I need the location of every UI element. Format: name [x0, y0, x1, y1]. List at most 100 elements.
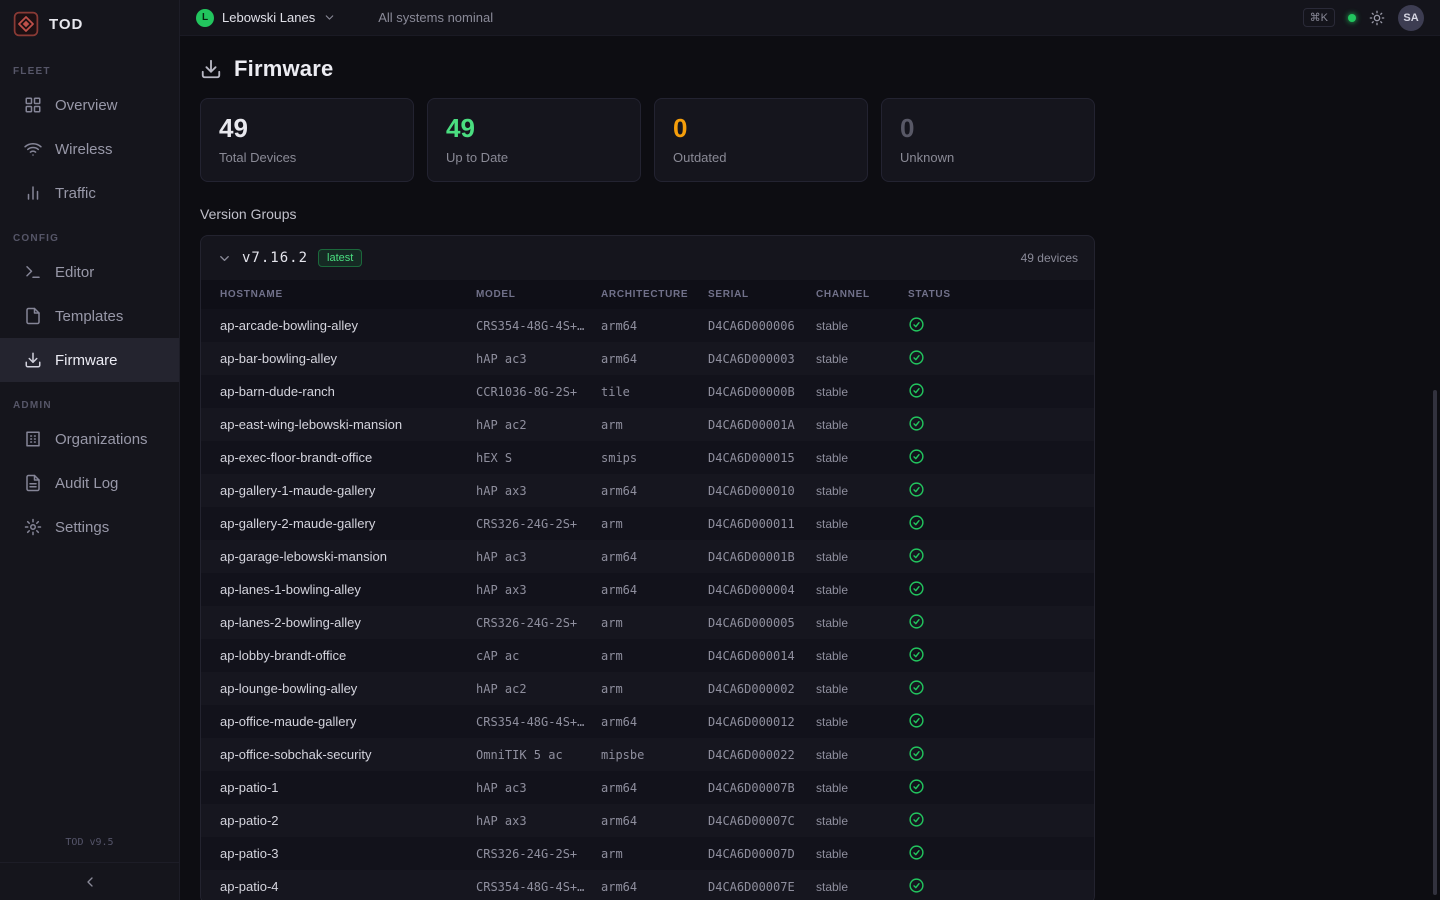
cell-channel: stable	[816, 583, 908, 597]
cell-hostname: ap-gallery-1-maude-gallery	[220, 483, 476, 498]
cell-status	[908, 448, 1094, 468]
cell-hostname: ap-patio-1	[220, 780, 476, 795]
page-header: Firmware	[200, 56, 1440, 82]
cell-status	[908, 382, 1094, 402]
cell-serial: D4CA6D000005	[708, 616, 816, 630]
device-row[interactable]: ap-barn-dude-ranchCCR1036-8G-2S+tileD4CA…	[201, 375, 1094, 408]
device-row[interactable]: ap-east-wing-lebowski-mansionhAP ac2armD…	[201, 408, 1094, 441]
cell-hostname: ap-lanes-1-bowling-alley	[220, 582, 476, 597]
sidebar-item-label: Editor	[55, 264, 94, 281]
device-row[interactable]: ap-lounge-bowling-alleyhAP ac2armD4CA6D0…	[201, 672, 1094, 705]
cell-architecture: arm	[601, 682, 708, 696]
file-icon	[24, 307, 42, 325]
version-group-header[interactable]: v7.16.2 latest 49 devices	[201, 236, 1094, 280]
device-row[interactable]: ap-bar-bowling-alleyhAP ac3arm64D4CA6D00…	[201, 342, 1094, 375]
cell-hostname: ap-office-maude-gallery	[220, 714, 476, 729]
sidebar-item-settings[interactable]: Settings	[0, 505, 179, 549]
sidebar-collapse-button[interactable]	[0, 862, 179, 900]
version-label: v7.16.2	[242, 250, 308, 266]
check-circle-icon	[908, 844, 925, 861]
grid-icon	[24, 96, 42, 114]
cell-architecture: arm64	[601, 880, 708, 894]
sidebar-item-editor[interactable]: Editor	[0, 250, 179, 294]
cell-model: OmniTIK 5 ac	[476, 748, 601, 762]
device-row[interactable]: ap-exec-floor-brandt-officehEX SsmipsD4C…	[201, 441, 1094, 474]
cell-status	[908, 844, 1094, 864]
command-palette-shortcut[interactable]: ⌘K	[1303, 8, 1335, 27]
device-row[interactable]: ap-patio-3CRS326-24G-2S+armD4CA6D00007Ds…	[201, 837, 1094, 870]
cell-model: CRS354-48G-4S+…	[476, 319, 601, 333]
cell-channel: stable	[816, 484, 908, 498]
check-circle-icon	[908, 877, 925, 894]
device-row[interactable]: ap-gallery-1-maude-galleryhAP ax3arm64D4…	[201, 474, 1094, 507]
device-row[interactable]: ap-arcade-bowling-alleyCRS354-48G-4S+…ar…	[201, 309, 1094, 342]
cell-model: hEX S	[476, 451, 601, 465]
cell-hostname: ap-patio-3	[220, 846, 476, 861]
cell-channel: stable	[816, 550, 908, 564]
device-row[interactable]: ap-garage-lebowski-mansionhAP ac3arm64D4…	[201, 540, 1094, 573]
device-row[interactable]: ap-patio-2hAP ax3arm64D4CA6D00007Cstable	[201, 804, 1094, 837]
cell-architecture: arm64	[601, 484, 708, 498]
sidebar-item-audit-log[interactable]: Audit Log	[0, 461, 179, 505]
sidebar-item-templates[interactable]: Templates	[0, 294, 179, 338]
cell-serial: D4CA6D00007B	[708, 781, 816, 795]
org-name: Lebowski Lanes	[222, 10, 315, 25]
cell-hostname: ap-lobby-brandt-office	[220, 648, 476, 663]
device-row[interactable]: ap-gallery-2-maude-galleryCRS326-24G-2S+…	[201, 507, 1094, 540]
cell-status	[908, 877, 1094, 897]
sidebar-item-organizations[interactable]: Organizations	[0, 417, 179, 461]
cell-status	[908, 712, 1094, 732]
cell-status	[908, 349, 1094, 369]
cell-hostname: ap-lanes-2-bowling-alley	[220, 615, 476, 630]
stat-value: 0	[900, 113, 1076, 144]
check-circle-icon	[908, 514, 925, 531]
cell-serial: D4CA6D00007D	[708, 847, 816, 861]
cell-hostname: ap-exec-floor-brandt-office	[220, 450, 476, 465]
check-circle-icon	[908, 613, 925, 630]
cell-model: hAP ac2	[476, 418, 601, 432]
scrollbar-thumb[interactable]	[1433, 390, 1437, 895]
device-row[interactable]: ap-lobby-brandt-officecAP acarmD4CA6D000…	[201, 639, 1094, 672]
cell-channel: stable	[816, 880, 908, 894]
cell-channel: stable	[816, 616, 908, 630]
latest-badge: latest	[318, 249, 362, 267]
org-switcher[interactable]: L Lebowski Lanes	[196, 9, 336, 27]
app-version: TOD v9.5	[0, 837, 179, 862]
cell-channel: stable	[816, 814, 908, 828]
cell-architecture: arm64	[601, 715, 708, 729]
device-row[interactable]: ap-patio-4CRS354-48G-4S+…arm64D4CA6D0000…	[201, 870, 1094, 900]
cell-hostname: ap-office-sobchak-security	[220, 747, 476, 762]
cell-model: CRS354-48G-4S+…	[476, 880, 601, 894]
sidebar-item-label: Firmware	[55, 352, 118, 369]
theme-toggle-sun-icon[interactable]	[1369, 10, 1385, 26]
stat-value: 49	[446, 113, 622, 144]
sidebar-item-label: Wireless	[55, 141, 113, 158]
cell-serial: D4CA6D00001A	[708, 418, 816, 432]
user-avatar[interactable]: SA	[1398, 5, 1424, 31]
cell-model: hAP ax3	[476, 814, 601, 828]
sidebar-item-traffic[interactable]: Traffic	[0, 171, 179, 215]
cell-architecture: arm64	[601, 814, 708, 828]
column-header-channel: CHANNEL	[816, 289, 908, 300]
device-row[interactable]: ap-lanes-2-bowling-alleyCRS326-24G-2S+ar…	[201, 606, 1094, 639]
cell-channel: stable	[816, 385, 908, 399]
sidebar-item-firmware[interactable]: Firmware	[0, 338, 179, 382]
device-row[interactable]: ap-office-maude-galleryCRS354-48G-4S+…ar…	[201, 705, 1094, 738]
cell-channel: stable	[816, 319, 908, 333]
check-circle-icon	[908, 382, 925, 399]
chevron-left-icon	[82, 874, 98, 890]
cell-architecture: arm64	[601, 319, 708, 333]
device-row[interactable]: ap-patio-1hAP ac3arm64D4CA6D00007Bstable	[201, 771, 1094, 804]
app-name: TOD	[49, 16, 83, 33]
check-circle-icon	[908, 646, 925, 663]
cell-serial: D4CA6D000015	[708, 451, 816, 465]
cell-status	[908, 745, 1094, 765]
device-row[interactable]: ap-lanes-1-bowling-alleyhAP ax3arm64D4CA…	[201, 573, 1094, 606]
chevron-down-icon	[217, 251, 232, 266]
cell-status	[908, 481, 1094, 501]
sidebar-item-wireless[interactable]: Wireless	[0, 127, 179, 171]
device-count: 49 devices	[1021, 251, 1078, 265]
device-row[interactable]: ap-office-sobchak-securityOmniTIK 5 acmi…	[201, 738, 1094, 771]
cell-architecture: tile	[601, 385, 708, 399]
sidebar-item-overview[interactable]: Overview	[0, 83, 179, 127]
